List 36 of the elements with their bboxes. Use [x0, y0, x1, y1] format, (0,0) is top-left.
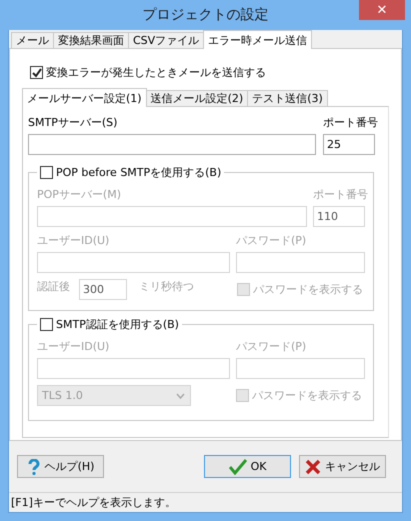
checkbox-label: SMTP認証を使用する(B)	[56, 317, 179, 332]
cancel-button[interactable]: キャンセル	[299, 455, 386, 478]
checkbox-label: 変換エラーが発生したときメールを送信する	[46, 65, 266, 80]
pop-server-label: POPサーバー(M)	[37, 187, 121, 202]
wait-prefix-label: 認証後	[37, 279, 70, 294]
help-button[interactable]: ヘルプ(H)	[17, 455, 104, 478]
tab[interactable]: 送信メール設定(2)	[146, 90, 248, 107]
close-button[interactable]: ✕	[359, 0, 405, 20]
port-field[interactable]: 25	[323, 134, 375, 155]
port-label: ポート番号	[323, 115, 378, 130]
checkbox[interactable]	[40, 318, 53, 331]
caret-icon	[176, 392, 185, 398]
password-label: パスワード(P)	[236, 233, 306, 248]
tab[interactable]: テスト送信(3)	[247, 90, 328, 107]
window-title: プロジェクトの設定	[142, 6, 268, 25]
tab[interactable]: メール	[11, 32, 54, 49]
port-label: ポート番号	[313, 187, 368, 202]
tab[interactable]: メールサーバー設定(1)	[22, 88, 147, 107]
smtp-server-label: SMTPサーバー(S)	[28, 115, 118, 130]
ok-button[interactable]: OK	[204, 455, 291, 478]
check-mark-icon	[228, 458, 247, 474]
status-bar: [F1]キーでヘルプを表示します。	[9, 492, 402, 512]
wait-suffix-label: ミリ秒待つ	[139, 279, 195, 294]
password-label: パスワード(P)	[236, 339, 306, 354]
checkbox-label: パスワードを表示する	[252, 388, 362, 403]
checkbox[interactable]	[40, 166, 53, 179]
checkbox-label: パスワードを表示する	[253, 282, 363, 297]
question-mark-icon	[26, 458, 41, 474]
smtp-server-field[interactable]	[28, 134, 316, 155]
checkbox[interactable]	[30, 66, 43, 79]
user-id-label: ユーザーID(U)	[37, 233, 110, 248]
check-mark-icon	[32, 68, 42, 78]
tab[interactable]: エラー時メール送信	[203, 30, 312, 49]
cross-icon	[305, 458, 321, 474]
user-id-label: ユーザーID(U)	[37, 339, 110, 354]
checkbox-label: POP before SMTPを使用する(B)	[56, 165, 222, 180]
